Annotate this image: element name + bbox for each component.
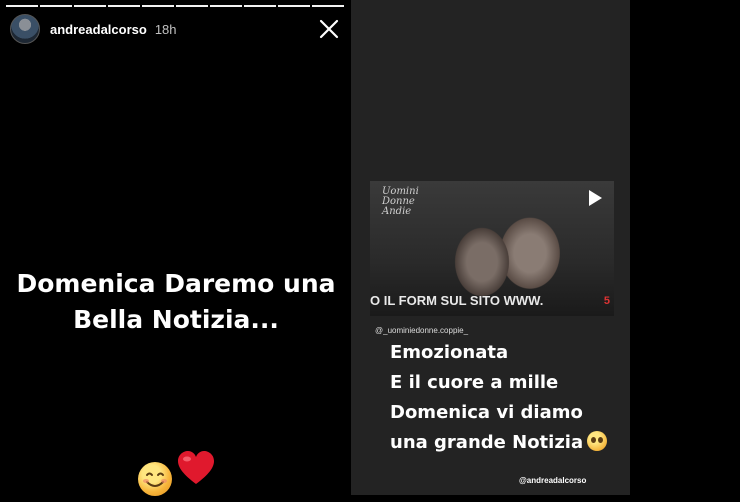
video-thumbnail[interactable]: Uomini Donne Andie O IL FORM SUL SITO WW… bbox=[370, 181, 614, 316]
caption-line: Domenica Daremo una bbox=[16, 269, 336, 298]
caption-line: Emozionata bbox=[390, 342, 509, 363]
smile-emoji-icon bbox=[138, 462, 172, 496]
source-handle[interactable]: @_uominiedonne.coppie_ bbox=[375, 326, 468, 335]
avatar[interactable] bbox=[10, 14, 40, 44]
caption-line: E il cuore a mille bbox=[390, 372, 559, 393]
progress-segment bbox=[40, 5, 72, 7]
story-left[interactable]: andreadalcorso 18h Domenica Daremo una B… bbox=[0, 0, 350, 502]
mention-tag[interactable]: @andreadalcorso bbox=[519, 476, 586, 485]
progress-segment bbox=[108, 5, 140, 7]
progress-segment bbox=[278, 5, 310, 7]
username[interactable]: andreadalcorso bbox=[50, 22, 147, 37]
show-logo: Uomini Donne Andie bbox=[382, 187, 419, 217]
heart-emoji-icon bbox=[176, 450, 216, 486]
play-icon[interactable] bbox=[586, 189, 604, 207]
story-right[interactable]: Uomini Donne Andie O IL FORM SUL SITO WW… bbox=[351, 0, 630, 495]
progress-segment bbox=[244, 5, 276, 7]
video-ticker: O IL FORM SUL SITO WWW. bbox=[370, 293, 544, 308]
story-progress-bars bbox=[6, 5, 344, 7]
channel-logo: 5 bbox=[603, 295, 610, 307]
repost-caption: Emozionata E il cuore a mille Domenica v… bbox=[390, 338, 608, 458]
progress-segment bbox=[312, 5, 344, 7]
caption-line: Domenica vi diamo bbox=[390, 402, 583, 423]
progress-segment bbox=[210, 5, 242, 7]
progress-segment bbox=[74, 5, 106, 7]
logo-text: Andie bbox=[382, 206, 412, 217]
caption-line: Bella Notizia... bbox=[73, 305, 279, 334]
progress-segment bbox=[176, 5, 208, 7]
close-icon[interactable] bbox=[318, 18, 340, 40]
pleading-face-icon bbox=[587, 431, 608, 451]
story-caption: Domenica Daremo una Bella Notizia... bbox=[0, 266, 352, 338]
caption-line-with-emoji: una grande Notizia bbox=[390, 428, 608, 458]
story-time: 18h bbox=[154, 21, 177, 37]
story-header: andreadalcorso 18h bbox=[10, 14, 340, 44]
progress-segment bbox=[6, 5, 38, 7]
progress-segment bbox=[142, 5, 174, 7]
caption-line: una grande Notizia bbox=[390, 432, 584, 453]
